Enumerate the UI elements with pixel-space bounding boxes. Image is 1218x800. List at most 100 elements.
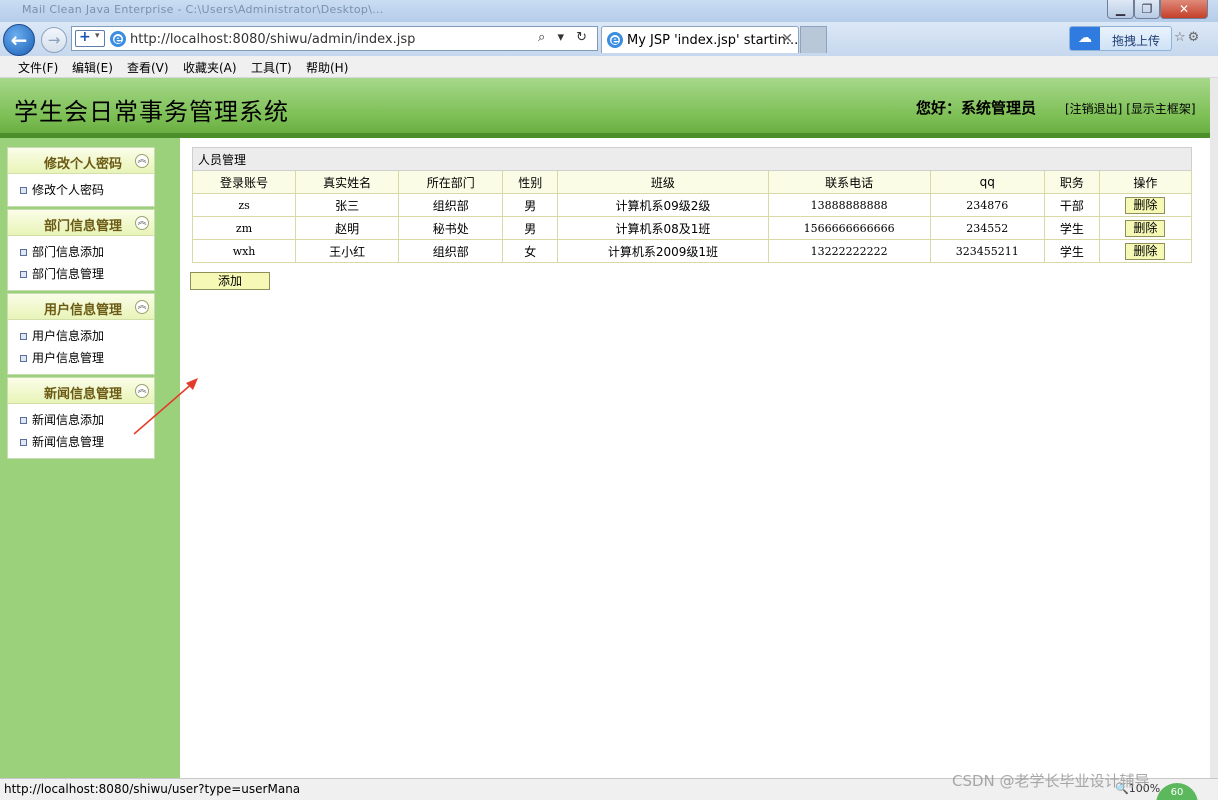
sidebar-item-department-manage[interactable]: 部门信息管理 (20, 264, 154, 286)
column-header: 操作 (1098, 170, 1193, 194)
minimize-button[interactable]: ▁ (1107, 0, 1134, 19)
cell-gender: 男 (502, 193, 559, 217)
panel-title: 新闻信息管理 (44, 387, 123, 402)
close-window-button[interactable]: ✕ (1160, 0, 1208, 19)
back-button[interactable]: ← (3, 24, 35, 56)
column-header: 性别 (502, 170, 559, 194)
delete-button[interactable]: 删除 (1125, 219, 1166, 237)
page-content: 学生会日常事务管理系统 您好：系统管理员 [注销退出] [显示主框架] 修改个人… (0, 78, 1210, 778)
collapse-icon[interactable]: ︽ (135, 216, 149, 230)
cell-position: 学生 (1043, 216, 1100, 240)
new-tab-button[interactable] (800, 26, 827, 53)
cell-position: 干部 (1043, 193, 1100, 217)
cell-action: 删除 (1098, 216, 1193, 240)
cell-phone: 1566666666666 (767, 216, 931, 240)
arrow-left-icon: ← (10, 28, 28, 52)
cell-login: zs (191, 193, 297, 217)
menu-view[interactable]: 查看(V) (127, 59, 169, 76)
cell-class: 计算机系08及1班 (557, 216, 769, 240)
menu-help[interactable]: 帮助(H) (306, 59, 348, 76)
ie-page-icon: e (110, 31, 126, 47)
favorites-add-icon[interactable] (75, 29, 105, 47)
menu-edit[interactable]: 编辑(E) (72, 59, 113, 76)
tab-title[interactable]: My JSP 'index.jsp' startin... (627, 33, 798, 48)
address-controls[interactable]: ⌕ ▾ ↻ (538, 30, 591, 45)
panel-header[interactable]: 部门信息管理 ︽ (8, 210, 154, 236)
sidebar: 修改个人密码 ︽ 修改个人密码 部门信息管理 ︽ 部门信息添加 部门信息管理 用… (0, 138, 180, 778)
navigation-bar: ← → e http://localhost:8080/shiwu/admin/… (0, 22, 1218, 56)
column-header: 联系电话 (767, 170, 931, 194)
gear-icon[interactable]: ⚙ (1188, 30, 1202, 45)
cell-gender: 男 (502, 216, 559, 240)
menu-tools[interactable]: 工具(T) (251, 59, 292, 76)
column-header: 所在部门 (398, 170, 504, 194)
column-header: 登录账号 (191, 170, 297, 194)
favorites-star-icon[interactable]: ☆ (1174, 30, 1188, 45)
cell-gender: 女 (502, 239, 559, 263)
cell-position: 学生 (1043, 239, 1100, 263)
forward-button[interactable]: → (41, 27, 67, 53)
table-caption: 人员管理 (192, 147, 1192, 171)
system-title: 学生会日常事务管理系统 (14, 98, 289, 126)
arrow-right-icon: → (47, 31, 61, 49)
speed-badge: 60 (1156, 783, 1198, 800)
logout-link[interactable]: [注销退出] (1065, 102, 1122, 116)
sidebar-item-user-add[interactable]: 用户信息添加 (20, 326, 154, 348)
panel-password: 修改个人密码 ︽ 修改个人密码 (7, 147, 155, 207)
window-titlebar: Mail Clean Java Enterprise - C:\Users\Ad… (0, 0, 1218, 22)
cell-name: 王小红 (295, 239, 400, 263)
baidu-cloud-icon: ☁ (1070, 27, 1100, 50)
column-header: 班级 (557, 170, 769, 194)
cell-phone: 13888888888 (767, 193, 931, 217)
panel-title: 修改个人密码 (44, 157, 123, 172)
menu-file[interactable]: 文件(F) (18, 59, 58, 76)
cell-qq: 323455211 (929, 239, 1045, 263)
cell-class: 计算机系09级2级 (557, 193, 769, 217)
cell-login: zm (191, 216, 297, 240)
panel-header[interactable]: 修改个人密码 ︽ (8, 148, 154, 174)
ie-tab-icon: e (607, 32, 623, 48)
panel-department: 部门信息管理 ︽ 部门信息添加 部门信息管理 (7, 209, 155, 291)
header-divider (0, 133, 1210, 138)
greeting: 您好：系统管理员 (916, 99, 1037, 117)
sidebar-item-user-manage[interactable]: 用户信息管理 (20, 348, 154, 370)
header-links: [注销退出] [显示主框架] (1065, 100, 1196, 117)
watermark: CSDN @老学长毕业设计辅导 (952, 772, 1150, 790)
browser-tab-active[interactable]: e My JSP 'index.jsp' startin... ✕ (601, 26, 799, 53)
collapse-icon[interactable]: ︽ (135, 154, 149, 168)
cell-department: 组织部 (398, 239, 504, 263)
table-row: zs 张三 组织部 男 计算机系09级2级 13888888888 234876… (191, 193, 1193, 217)
panel-user: 用户信息管理 ︽ 用户信息添加 用户信息管理 (7, 293, 155, 375)
cell-action: 删除 (1098, 193, 1193, 217)
maximize-button[interactable]: ❐ (1134, 0, 1160, 19)
cell-qq: 234876 (929, 193, 1045, 217)
menu-favorites[interactable]: 收藏夹(A) (183, 59, 237, 76)
sidebar-item-change-password[interactable]: 修改个人密码 (20, 180, 154, 202)
annotation-arrow-icon (133, 378, 198, 435)
add-button[interactable]: 添加 (190, 272, 270, 290)
window-title: Mail Clean Java Enterprise - C:\Users\Ad… (22, 3, 384, 16)
baidu-upload-label: 拖拽上传 (1112, 34, 1161, 48)
cell-name: 张三 (295, 193, 400, 217)
user-management-table: 人员管理 登录账号 真实姓名 所在部门 性别 班级 联系电话 qq 职务 操作 … (191, 147, 1193, 263)
baidu-upload-button[interactable]: ☁ 拖拽上传 (1069, 26, 1172, 51)
delete-button[interactable]: 删除 (1125, 242, 1166, 260)
address-bar[interactable]: e http://localhost:8080/shiwu/admin/inde… (71, 26, 598, 51)
panel-title: 用户信息管理 (44, 303, 123, 318)
column-header: 职务 (1043, 170, 1100, 194)
sidebar-item-department-add[interactable]: 部门信息添加 (20, 242, 154, 264)
collapse-icon[interactable]: ︽ (135, 300, 149, 314)
delete-button[interactable]: 删除 (1125, 196, 1166, 214)
column-header: 真实姓名 (295, 170, 400, 194)
cell-phone: 13222222222 (767, 239, 931, 263)
tab-close-icon[interactable]: ✕ (781, 31, 793, 47)
vertical-scrollbar[interactable] (1210, 78, 1218, 778)
cell-qq: 234552 (929, 216, 1045, 240)
address-url[interactable]: http://localhost:8080/shiwu/admin/index.… (130, 32, 415, 47)
table-row: wxh 王小红 组织部 女 计算机系2009级1班 13222222222 32… (191, 239, 1193, 263)
cell-department: 组织部 (398, 193, 504, 217)
panel-header[interactable]: 用户信息管理 ︽ (8, 294, 154, 320)
show-frame-link[interactable]: [显示主框架] (1126, 102, 1195, 116)
page-header: 学生会日常事务管理系统 您好：系统管理员 [注销退出] [显示主框架] (0, 78, 1210, 133)
table-header-row: 登录账号 真实姓名 所在部门 性别 班级 联系电话 qq 职务 操作 (191, 170, 1193, 194)
